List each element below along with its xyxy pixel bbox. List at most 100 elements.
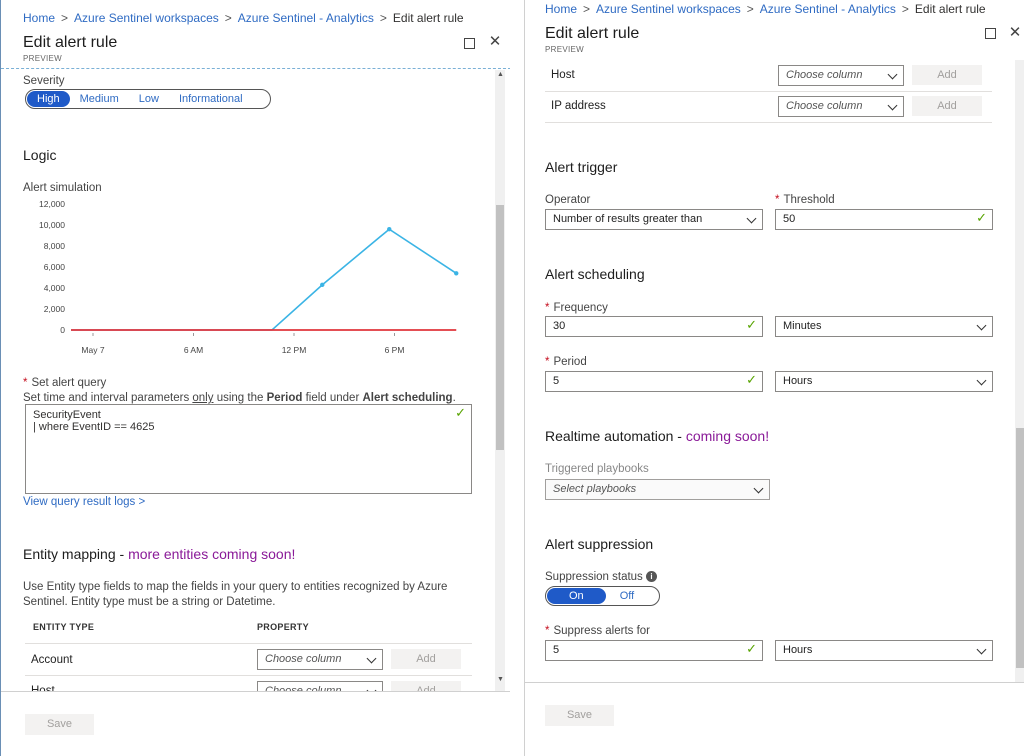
suppression-toggle[interactable]: On Off — [545, 586, 660, 606]
breadcrumb-workspaces[interactable]: Azure Sentinel workspaces — [74, 11, 219, 25]
chevron-down-icon — [366, 653, 377, 664]
operator-select[interactable]: Number of results greater than — [545, 209, 763, 230]
y-tick-label: 4,000 — [44, 283, 66, 293]
blade-title: Edit alert rule — [545, 25, 640, 42]
footer-divider — [525, 682, 1024, 683]
y-tick-label: 8,000 — [44, 241, 66, 251]
frequency-input[interactable]: 30 ✓ — [545, 316, 763, 337]
suppress-for-input[interactable]: 5 ✓ — [545, 640, 763, 661]
frequency-unit-select[interactable]: Minutes — [775, 316, 993, 337]
entity-description: Use Entity type fields to map the fields… — [23, 581, 448, 608]
alert-trigger-heading: Alert trigger — [545, 159, 618, 175]
maximize-icon[interactable] — [985, 28, 996, 39]
playbooks-select[interactable]: Select playbooks — [545, 479, 770, 500]
severity-medium[interactable]: Medium — [70, 91, 129, 107]
chevron-right-icon: > — [901, 2, 909, 16]
logic-heading: Logic — [23, 147, 57, 163]
entity-column-select[interactable]: Choose column — [778, 65, 904, 86]
view-query-logs-link[interactable]: View query result logs > — [23, 496, 145, 508]
query-editor[interactable]: SecurityEvent | where EventID == 4625 ✓ — [25, 404, 472, 494]
valid-check-icon: ✓ — [746, 641, 757, 656]
save-button[interactable]: Save — [545, 705, 614, 726]
entity-add-button[interactable]: Add — [912, 96, 982, 116]
y-tick-label: 2,000 — [44, 304, 66, 314]
breadcrumb-home[interactable]: Home — [545, 2, 577, 16]
severity-informational[interactable]: Informational — [169, 91, 253, 107]
threshold-label: * Threshold — [775, 194, 835, 206]
x-tick-label: 12 PM — [282, 345, 307, 355]
scrollbar-thumb[interactable] — [496, 205, 504, 450]
footer-divider — [1, 691, 510, 692]
suppression-on[interactable]: On — [547, 588, 606, 604]
x-tick-label: May 7 — [81, 345, 104, 355]
blade-subtitle: PREVIEW — [23, 54, 62, 63]
chevron-down-icon — [746, 213, 757, 224]
query-line-1: SecurityEvent — [33, 409, 101, 421]
breadcrumb-analytics[interactable]: Azure Sentinel - Analytics — [760, 2, 896, 16]
y-tick-label: 6,000 — [44, 262, 66, 272]
maximize-icon[interactable] — [464, 38, 475, 49]
realtime-automation-heading: Realtime automation - coming soon! — [545, 428, 770, 444]
footer: Save — [525, 682, 1024, 756]
breadcrumb-home[interactable]: Home — [23, 11, 55, 25]
severity-high[interactable]: High — [27, 91, 70, 107]
close-icon[interactable]: ✕ — [1007, 25, 1023, 42]
chevron-right-icon: > — [746, 2, 754, 16]
operator-label: Operator — [545, 194, 591, 206]
chevron-down-icon — [976, 320, 987, 331]
col-entity-type: ENTITY TYPE — [33, 622, 95, 632]
series-line — [71, 228, 457, 331]
left-blade: Home > Azure Sentinel workspaces > Azure Sen… — [0, 0, 510, 756]
x-tick-label: 6 PM — [385, 345, 405, 355]
valid-check-icon: ✓ — [455, 405, 466, 420]
y-tick-label: 12,000 — [39, 199, 65, 209]
entity-mapping-heading: Entity mapping - more entities coming so… — [23, 546, 296, 562]
scroll-down-icon[interactable]: ▼ — [497, 676, 504, 683]
suppression-off[interactable]: Off — [606, 588, 648, 604]
chevron-down-icon — [976, 644, 987, 655]
scrollbar[interactable]: ▲ ▼ — [495, 70, 505, 691]
severity-label: Severity — [23, 75, 65, 87]
entity-add-button[interactable]: Add — [912, 65, 982, 85]
valid-check-icon: ✓ — [976, 210, 987, 225]
save-button[interactable]: Save — [25, 714, 94, 735]
alert-suppression-heading: Alert suppression — [545, 536, 654, 552]
entity-add-button[interactable]: Add — [391, 649, 461, 669]
entity-column-select[interactable]: Choose column — [778, 96, 904, 117]
severity-toggle[interactable]: High Medium Low Informational — [25, 89, 271, 109]
suppression-status-label: Suppression status i — [545, 571, 658, 583]
entity-column-select[interactable]: Choose column — [257, 649, 383, 670]
breadcrumb-workspaces[interactable]: Azure Sentinel workspaces — [596, 2, 741, 16]
threshold-input[interactable]: 50 ✓ — [775, 209, 993, 230]
col-property: PROPERTY — [257, 622, 309, 632]
alert-simulation-chart: 12,000 10,000 8,000 6,000 4,000 2,000 0 May 7 6 … — [39, 199, 459, 355]
x-tick-label: 6 AM — [184, 345, 203, 355]
scrollbar-thumb[interactable] — [1016, 428, 1024, 668]
query-label: * Set alert query — [23, 377, 107, 389]
alert-scheduling-heading: Alert scheduling — [545, 266, 645, 282]
valid-check-icon: ✓ — [746, 372, 757, 387]
y-tick-label: 0 — [60, 325, 65, 335]
breadcrumb-analytics[interactable]: Azure Sentinel - Analytics — [238, 11, 374, 25]
entity-row-type: Account — [31, 654, 73, 666]
period-label: * Period — [545, 356, 587, 368]
period-unit-select[interactable]: Hours — [775, 371, 993, 392]
severity-low[interactable]: Low — [129, 91, 169, 107]
breadcrumb-current: Edit alert rule — [914, 2, 986, 16]
scrollbar[interactable] — [1015, 60, 1024, 682]
chevron-down-icon — [753, 483, 764, 494]
valid-check-icon: ✓ — [746, 317, 757, 332]
scroll-up-icon[interactable]: ▲ — [497, 71, 504, 78]
close-icon[interactable]: ✕ — [487, 34, 503, 51]
chevron-down-icon — [887, 100, 898, 111]
info-icon[interactable]: i — [646, 571, 658, 583]
footer: Save — [1, 691, 510, 756]
query-line-2: | where EventID == 4625 — [33, 421, 155, 433]
y-tick-label: 10,000 — [39, 220, 65, 230]
period-input[interactable]: 5 ✓ — [545, 371, 763, 392]
frequency-label: * Frequency — [545, 302, 608, 314]
data-point — [387, 227, 392, 232]
suppress-unit-select[interactable]: Hours — [775, 640, 993, 661]
breadcrumb-current: Edit alert rule — [392, 11, 464, 25]
entity-row-type: IP address — [551, 100, 606, 112]
